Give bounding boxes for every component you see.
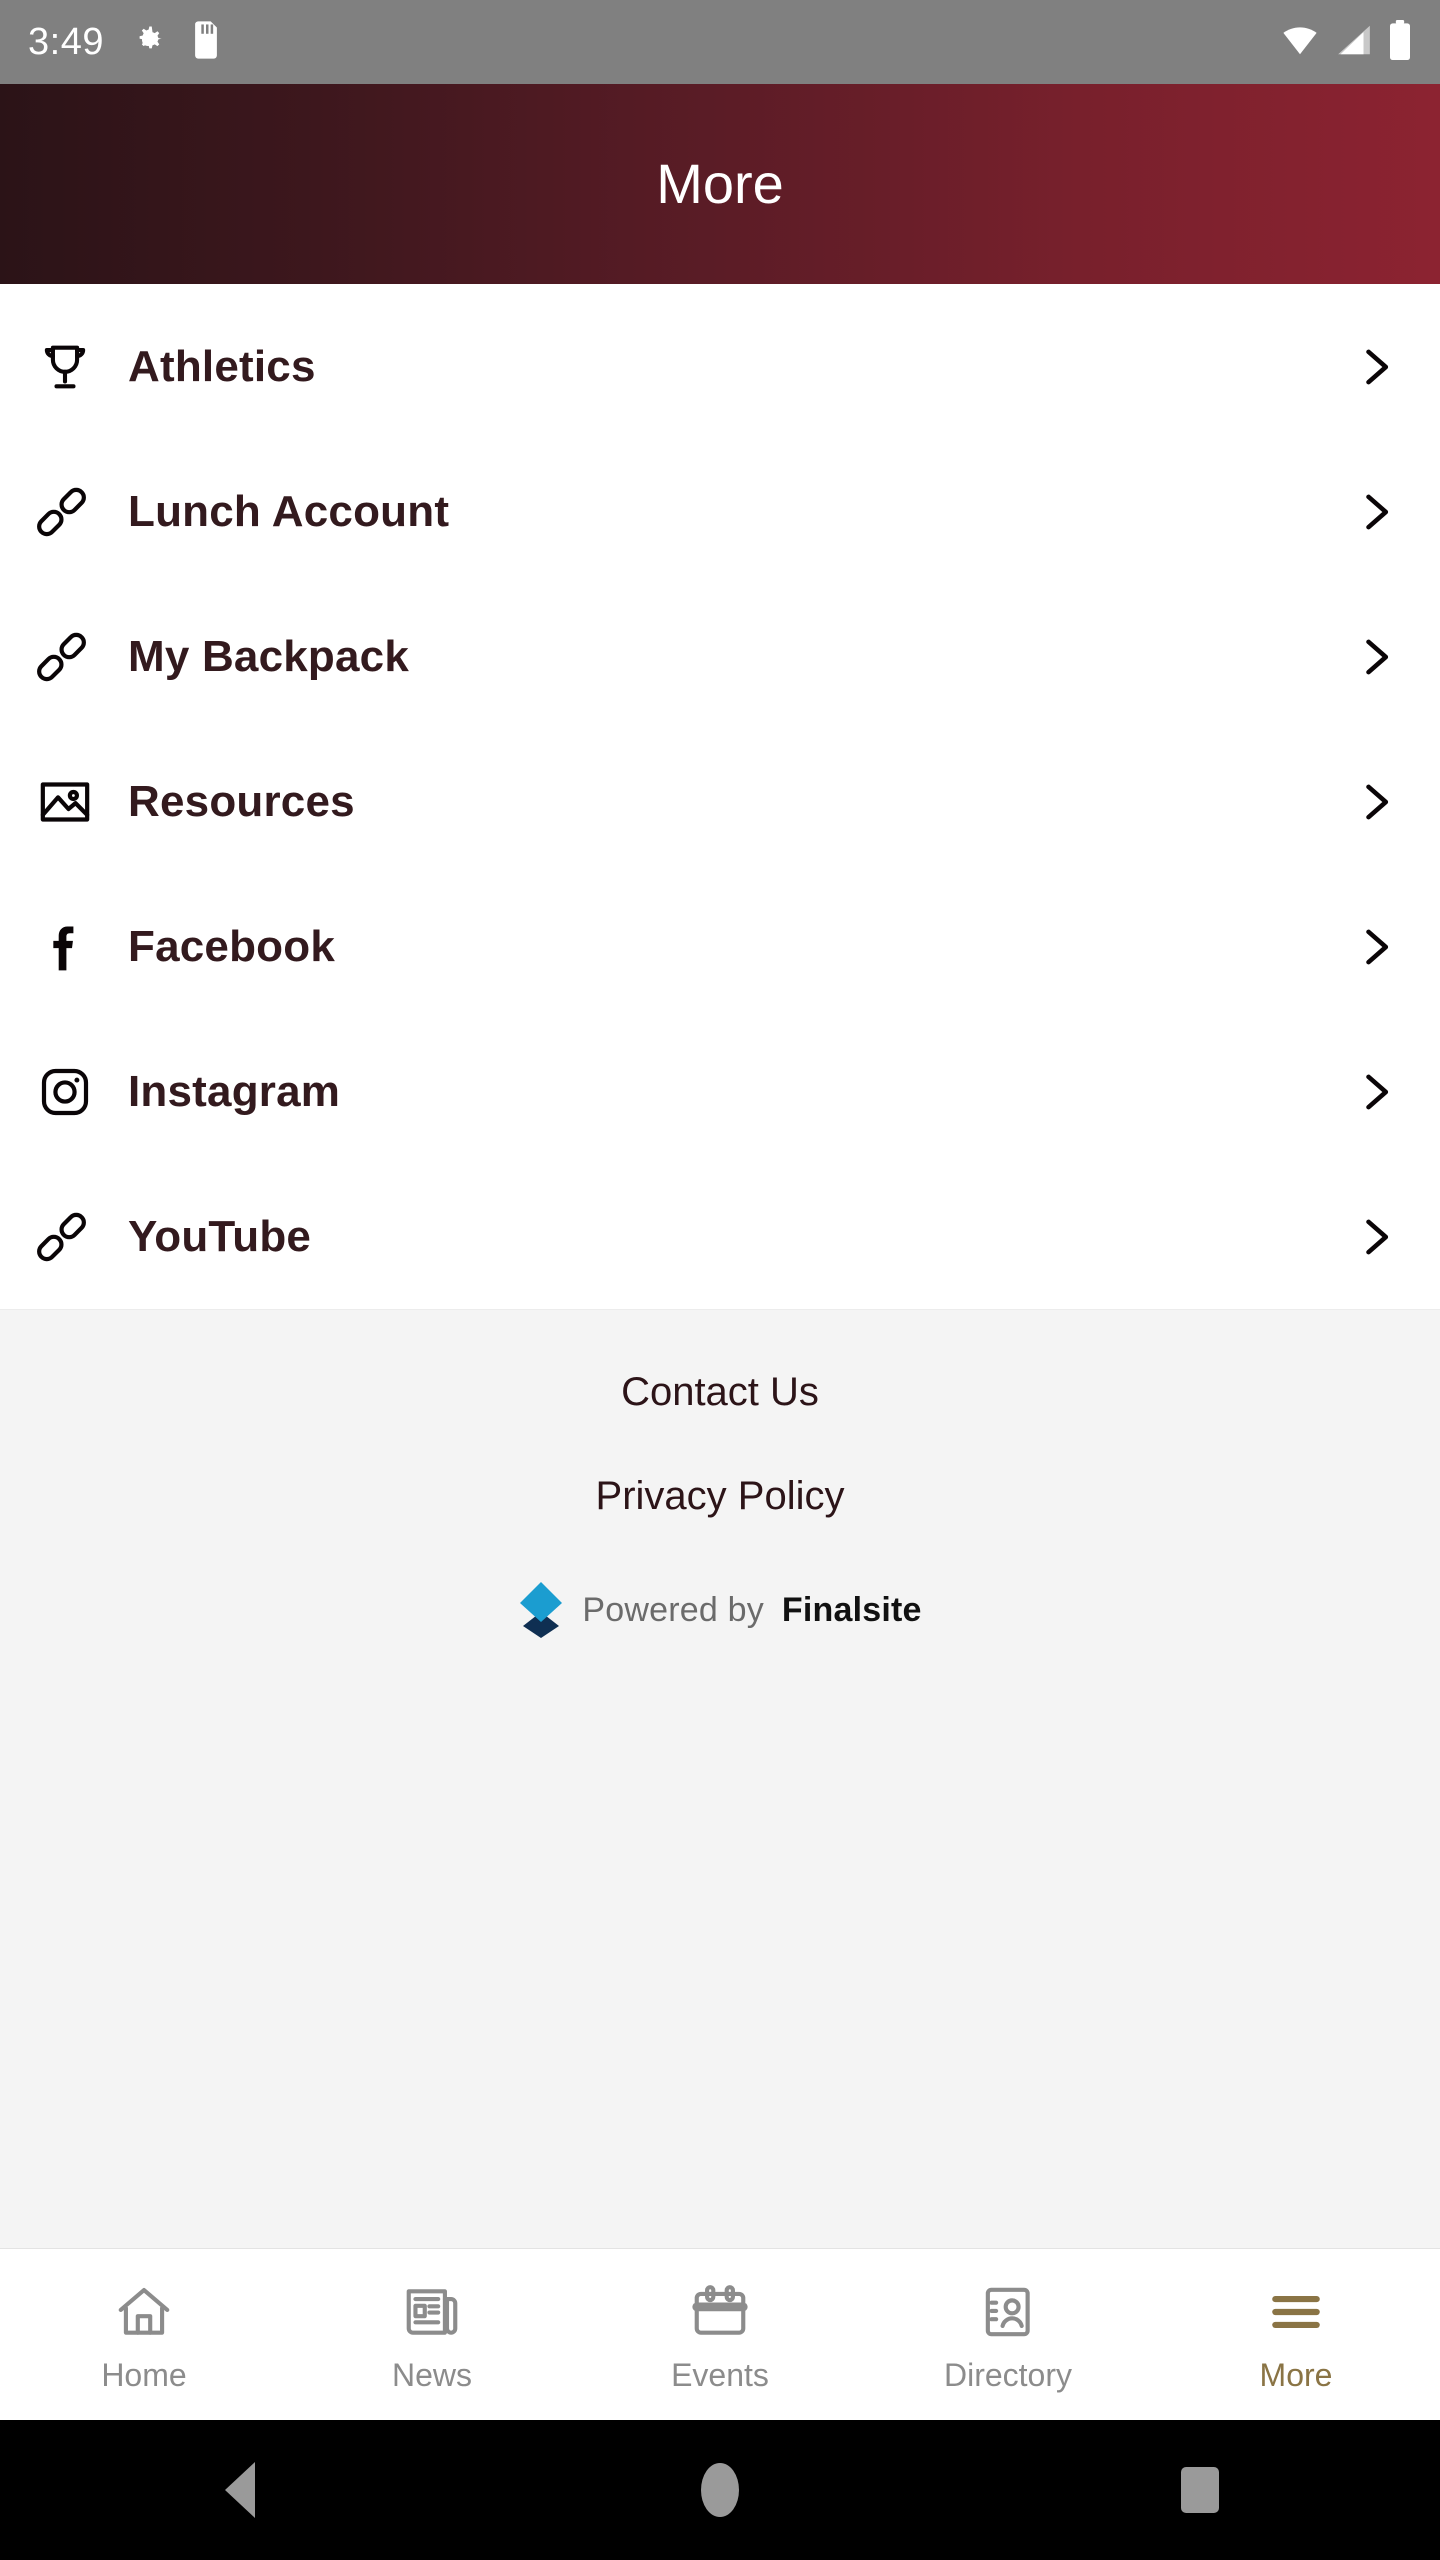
tab-label: More: [1259, 2356, 1333, 2393]
menu-item-resources[interactable]: Resources: [0, 729, 1440, 874]
contact-us-link[interactable]: Contact Us: [621, 1364, 819, 1420]
powered-by-label: Powered by: [582, 1590, 764, 1629]
more-menu-list: Athletics Lunch Account My Backpack Reso…: [0, 284, 1440, 1309]
menu-item-label: YouTube: [128, 1211, 312, 1261]
menu-item-label: Resources: [128, 776, 355, 826]
menu-item-youtube[interactable]: YouTube: [0, 1164, 1440, 1309]
tab-news[interactable]: News: [288, 2249, 576, 2420]
menu-item-facebook[interactable]: Facebook: [0, 874, 1440, 1019]
tab-label: Home: [101, 2356, 187, 2393]
back-triangle-icon[interactable]: [0, 2462, 480, 2518]
menu-item-athletics[interactable]: Athletics: [0, 294, 1440, 439]
tab-label: Events: [671, 2356, 769, 2393]
bottom-tab-bar: Home News Events Directory More: [0, 2248, 1440, 2420]
menu-item-instagram[interactable]: Instagram: [0, 1019, 1440, 1164]
menu-item-label: Facebook: [128, 921, 335, 971]
sd-card-icon: [192, 20, 220, 64]
status-bar-right: [1280, 19, 1412, 65]
tab-label: News: [391, 2356, 472, 2393]
menu-item-label: Instagram: [128, 1066, 341, 1116]
link-icon: [34, 1206, 96, 1268]
gear-icon: [130, 22, 166, 63]
status-bar-left: 3:49: [28, 20, 220, 64]
contact-card-icon: [977, 2279, 1039, 2345]
menu-item-label: Athletics: [128, 341, 316, 391]
trophy-icon: [34, 336, 96, 398]
wifi-icon: [1280, 21, 1320, 64]
image-icon: [34, 771, 96, 833]
tab-events[interactable]: Events: [576, 2249, 864, 2420]
chevron-right-icon[interactable]: [1346, 918, 1404, 976]
home-icon: [113, 2279, 175, 2345]
menu-item-label: Lunch Account: [128, 486, 450, 536]
powered-by-finalsite[interactable]: Powered by Finalsite: [518, 1582, 921, 1638]
finalsite-brand-label: Finalsite: [781, 1590, 922, 1629]
app-root: 3:49 More Athletics Lunch Account My Bac…: [0, 0, 1440, 2560]
status-bar-clock: 3:49: [28, 21, 104, 63]
chevron-right-icon[interactable]: [1346, 483, 1404, 541]
chevron-right-icon[interactable]: [1346, 338, 1404, 396]
menu-item-lunch-account[interactable]: Lunch Account: [0, 439, 1440, 584]
calendar-icon: [689, 2279, 751, 2345]
facebook-icon: [34, 916, 96, 978]
chevron-right-icon[interactable]: [1346, 773, 1404, 831]
menu-item-my-backpack[interactable]: My Backpack: [0, 584, 1440, 729]
footer-panel: Contact Us Privacy Policy Powered by Fin…: [0, 1309, 1440, 2248]
page-header: More: [0, 84, 1440, 284]
android-status-bar: 3:49: [0, 0, 1440, 84]
link-icon: [34, 481, 96, 543]
privacy-policy-link[interactable]: Privacy Policy: [596, 1468, 845, 1524]
tab-home[interactable]: Home: [0, 2249, 288, 2420]
chevron-right-icon[interactable]: [1346, 1063, 1404, 1121]
chevron-right-icon[interactable]: [1346, 628, 1404, 686]
chevron-right-icon[interactable]: [1346, 1208, 1404, 1266]
cellular-signal-icon: [1334, 21, 1374, 64]
hamburger-menu-icon: [1265, 2279, 1327, 2345]
tab-directory[interactable]: Directory: [864, 2249, 1152, 2420]
menu-item-label: My Backpack: [128, 631, 410, 681]
newspaper-icon: [401, 2279, 463, 2345]
instagram-icon: [34, 1061, 96, 1123]
tab-label: Directory: [943, 2356, 1072, 2393]
tab-more[interactable]: More: [1152, 2249, 1440, 2420]
finalsite-diamond-logo: [518, 1582, 564, 1638]
battery-icon: [1388, 19, 1412, 65]
android-navigation-bar: [0, 2420, 1440, 2560]
home-circle-icon[interactable]: [480, 2463, 960, 2517]
recents-square-icon[interactable]: [960, 2467, 1440, 2513]
link-icon: [34, 626, 96, 688]
page-title: More: [656, 152, 784, 215]
